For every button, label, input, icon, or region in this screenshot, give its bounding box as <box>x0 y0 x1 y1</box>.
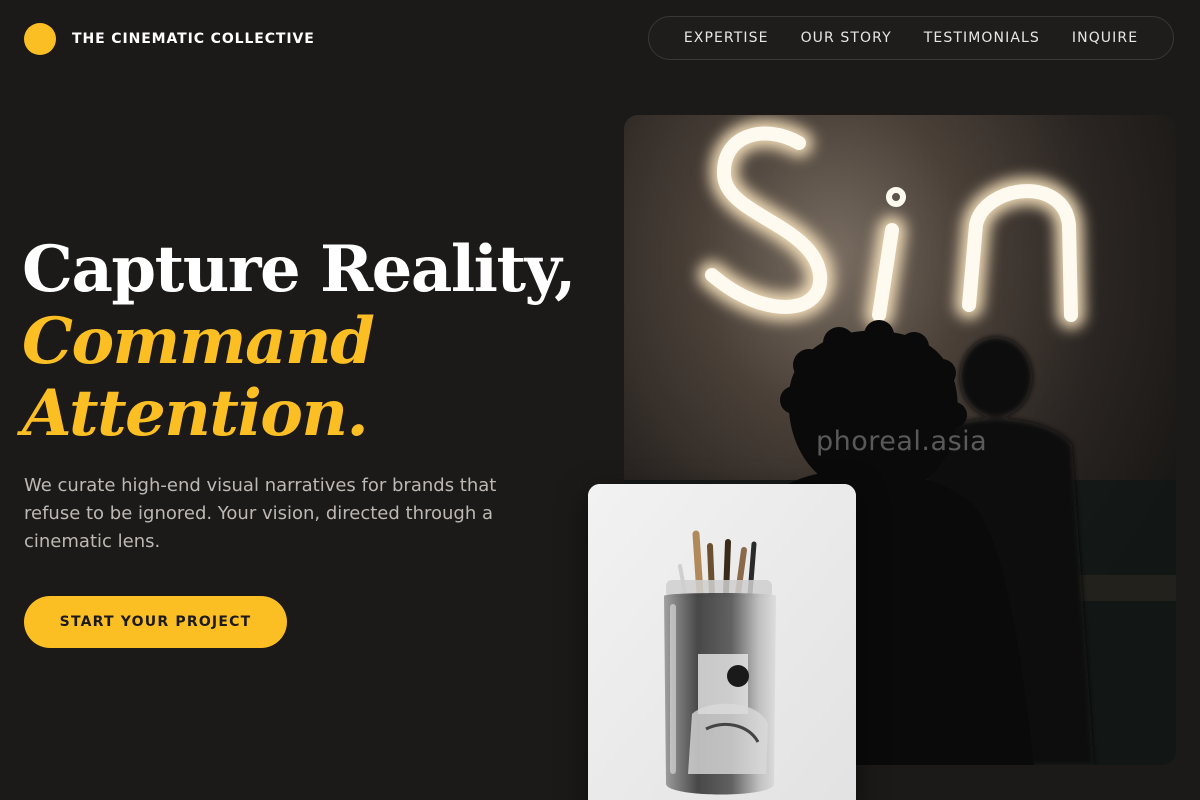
headline-line-2: Command <box>22 304 375 379</box>
nav-link-our-story[interactable]: OUR STORY <box>801 30 892 46</box>
brand-name: THE CINEMATIC COLLECTIVE <box>72 31 315 47</box>
main-nav: EXPERTISE OUR STORY TESTIMONIALS INQUIRE <box>648 16 1174 60</box>
headline-line-1: Capture Reality, <box>22 232 576 307</box>
brand-logo-dot <box>24 23 56 55</box>
photo-watermark: phoreal.asia <box>816 426 988 457</box>
nav-link-expertise[interactable]: EXPERTISE <box>684 30 769 46</box>
brush-jar-photo-card <box>588 484 856 800</box>
hero-headline: Capture Reality, Command Attention. <box>22 232 576 451</box>
landing-page: THE CINEMATIC COLLECTIVE EXPERTISE OUR S… <box>0 0 1200 800</box>
nav-link-inquire[interactable]: INQUIRE <box>1072 30 1138 46</box>
brand[interactable]: THE CINEMATIC COLLECTIVE <box>24 23 315 55</box>
start-project-button[interactable]: START YOUR PROJECT <box>24 596 287 648</box>
nav-link-testimonials[interactable]: TESTIMONIALS <box>924 30 1040 46</box>
hero-description: We curate high-end visual narratives for… <box>24 475 497 552</box>
headline-line-3: Attention. <box>22 376 369 451</box>
brush-jar-photo <box>588 484 856 800</box>
